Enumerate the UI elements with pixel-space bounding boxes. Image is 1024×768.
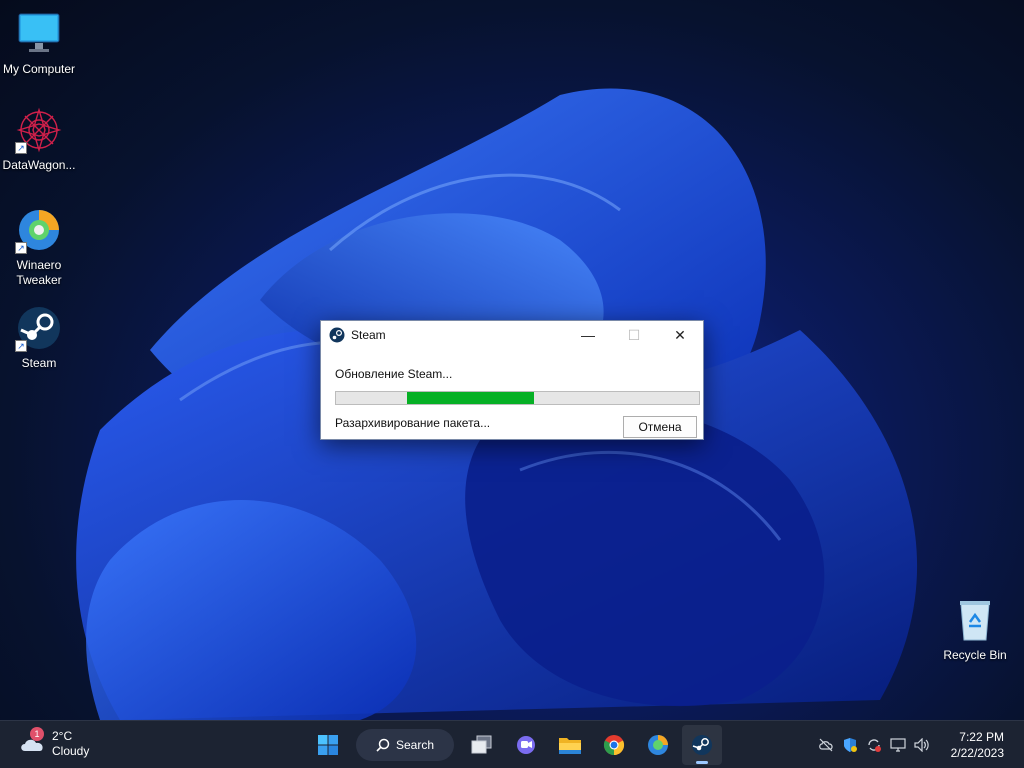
desktop-icon-label: Steam [21, 356, 57, 370]
desktop-icon-winaero-tweaker[interactable]: ↗ Winaero Tweaker [0, 206, 78, 288]
winaero-tweaker-icon [648, 735, 668, 755]
desktop-icon-label: Recycle Bin [943, 648, 1007, 662]
sync-error-icon[interactable] [862, 731, 886, 759]
volume-icon[interactable] [910, 731, 934, 759]
shortcut-arrow-icon: ↗ [15, 242, 27, 254]
file-explorer-icon [559, 738, 581, 754]
recycle-bin-icon [951, 596, 999, 644]
active-app-indicator [696, 761, 708, 764]
taskbar-clock[interactable]: 7:22 PM 2/22/2023 [944, 729, 1016, 761]
weather-widget[interactable]: 1 2°C Cloudy [18, 727, 90, 759]
task-view-icon [471, 735, 492, 754]
maximize-button: ☐ [627, 326, 641, 343]
steam-update-dialog: Steam — ☐ ✕ Обновление Steam... Разархив… [320, 320, 704, 440]
cancel-button[interactable]: Отмена [623, 416, 697, 438]
datawagon-icon: ↗ [15, 106, 63, 154]
start-icon [318, 735, 338, 755]
search-label: Search [396, 738, 435, 752]
chrome-icon [603, 735, 625, 756]
taskbar: 1 2°C Cloudy Search 7:22 PM 2/22/2023 [0, 720, 1024, 768]
close-button[interactable]: ✕ [657, 321, 703, 349]
steam-taskbar-button[interactable] [682, 725, 722, 765]
steam-icon [692, 735, 712, 755]
update-progress-bar [335, 391, 700, 405]
desktop-icon-label: My Computer [2, 62, 76, 76]
cloud-off-icon[interactable] [814, 731, 838, 759]
file-explorer-button[interactable] [550, 725, 590, 765]
start-button[interactable] [308, 725, 348, 765]
teams-chat-button[interactable] [506, 725, 546, 765]
unpacking-status-text: Разархивирование пакета... [335, 416, 491, 430]
system-tray [814, 731, 934, 759]
clock-time: 7:22 PM [959, 730, 1004, 744]
search-icon [376, 738, 390, 752]
monitor-icon [15, 10, 63, 58]
steam-icon: ↗ [15, 304, 63, 352]
desktop-icon-my-computer[interactable]: My Computer [0, 10, 78, 77]
shortcut-arrow-icon: ↗ [15, 142, 27, 154]
network-icon[interactable] [886, 731, 910, 759]
clock-date: 2/22/2023 [950, 746, 1004, 760]
taskbar-search[interactable]: Search [356, 729, 454, 761]
steam-icon [329, 327, 345, 343]
chrome-button[interactable] [594, 725, 634, 765]
dialog-title: Steam [351, 328, 386, 342]
task-view-button[interactable] [462, 725, 502, 765]
desktop-icon-datawagon[interactable]: ↗ DataWagon... [0, 106, 78, 173]
desktop-icon-label: DataWagon... [2, 158, 76, 172]
update-status-text: Обновление Steam... [335, 367, 453, 381]
desktop-icon-steam[interactable]: ↗ Steam [0, 304, 78, 371]
defender-icon[interactable] [838, 731, 862, 759]
teams-chat-icon [517, 736, 535, 754]
minimize-button[interactable]: — [565, 321, 611, 349]
progress-fill [406, 392, 534, 404]
weather-temperature: 2°C [52, 729, 73, 743]
weather-condition: Cloudy [52, 744, 90, 758]
shortcut-arrow-icon: ↗ [15, 340, 27, 352]
winaero-tweaker-icon: ↗ [15, 206, 63, 254]
desktop-icon-recycle-bin[interactable]: Recycle Bin [936, 596, 1014, 663]
winaero-tweaker-button[interactable] [638, 725, 678, 765]
desktop-icon-label: Winaero Tweaker [16, 258, 62, 287]
notification-badge: 1 [30, 727, 44, 741]
